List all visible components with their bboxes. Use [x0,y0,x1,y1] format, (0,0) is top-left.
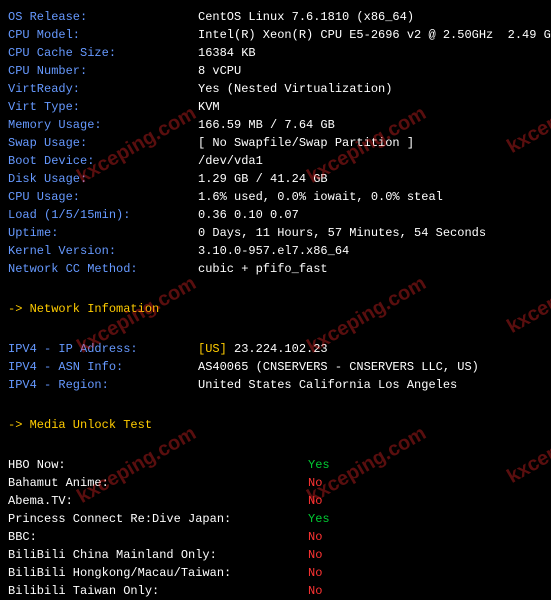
sys-row: CPU Number:8 vCPU [8,62,543,80]
media-label: HBO Now: [8,456,308,474]
media-row: Bahamut Anime:No [8,474,543,492]
sys-row: Memory Usage:166.59 MB / 7.64 GB [8,116,543,134]
net-label: IPV4 - Region: [8,376,198,394]
sys-value: 0.36 0.10 0.07 [198,206,299,224]
sys-row: Boot Device:/dev/vda1 [8,152,543,170]
media-label: Princess Connect Re:Dive Japan: [8,510,308,528]
sys-value: Intel(R) Xeon(R) CPU E5-2696 v2 @ 2.50GH… [198,26,551,44]
media-result: No [308,492,322,510]
media-result: No [308,546,322,564]
sys-label: Disk Usage: [8,170,198,188]
sys-label: Memory Usage: [8,116,198,134]
net-row: IPV4 - Region:United States California L… [8,376,543,394]
media-label: Abema.TV: [8,492,308,510]
system-info-block: OS Release:CentOS Linux 7.6.1810 (x86_64… [8,8,543,278]
sys-label: Network CC Method: [8,260,198,278]
sys-label: CPU Cache Size: [8,44,198,62]
sys-value: KVM [198,98,220,116]
media-result: No [308,528,322,546]
net-value: AS40065 (CNSERVERS - CNSERVERS LLC, US) [198,358,479,376]
sys-value: 1.29 GB / 41.24 GB [198,170,328,188]
network-info-block: IPV4 - IP Address:[US] 23.224.102.23IPV4… [8,340,543,394]
media-label: Bilibili Taiwan Only: [8,582,308,600]
sys-label: Virt Type: [8,98,198,116]
sys-row: Kernel Version:3.10.0-957.el7.x86_64 [8,242,543,260]
sys-row: CPU Model:Intel(R) Xeon(R) CPU E5-2696 v… [8,26,543,44]
sys-row: CPU Cache Size:16384 KB [8,44,543,62]
media-row: HBO Now:Yes [8,456,543,474]
media-label: BiliBili China Mainland Only: [8,546,308,564]
sys-row: OS Release:CentOS Linux 7.6.1810 (x86_64… [8,8,543,26]
sys-label: CPU Usage: [8,188,198,206]
sys-label: Kernel Version: [8,242,198,260]
media-result: No [308,582,322,600]
sys-value: [ No Swapfile/Swap Partition ] [198,134,414,152]
network-section-header: -> Network Infomation [8,300,543,318]
sys-label: Swap Usage: [8,134,198,152]
sys-label: VirtReady: [8,80,198,98]
media-label: BiliBili Hongkong/Macau/Taiwan: [8,564,308,582]
media-row: BiliBili China Mainland Only:No [8,546,543,564]
sys-value: cubic + pfifo_fast [198,260,328,278]
net-row: IPV4 - IP Address:[US] 23.224.102.23 [8,340,543,358]
sys-value: 16384 KB [198,44,256,62]
media-result: Yes [308,510,330,528]
net-row: IPV4 - ASN Info:AS40065 (CNSERVERS - CNS… [8,358,543,376]
sys-value: CentOS Linux 7.6.1810 (x86_64) [198,8,414,26]
sys-value: 8 vCPU [198,62,241,80]
sys-label: OS Release: [8,8,198,26]
media-row: Abema.TV:No [8,492,543,510]
net-label: IPV4 - ASN Info: [8,358,198,376]
sys-row: Swap Usage:[ No Swapfile/Swap Partition … [8,134,543,152]
sys-label: Uptime: [8,224,198,242]
media-row: BiliBili Hongkong/Macau/Taiwan:No [8,564,543,582]
media-row: Princess Connect Re:Dive Japan:Yes [8,510,543,528]
sys-row: VirtReady:Yes (Nested Virtualization) [8,80,543,98]
media-section-header: -> Media Unlock Test [8,416,543,434]
sys-value: 166.59 MB / 7.64 GB [198,116,335,134]
sys-value: 3.10.0-957.el7.x86_64 [198,242,349,260]
sys-value: /dev/vda1 [198,152,263,170]
sys-value: Yes (Nested Virtualization) [198,80,392,98]
net-label: IPV4 - IP Address: [8,340,198,358]
media-result: No [308,564,322,582]
sys-row: Virt Type:KVM [8,98,543,116]
sys-value: 1.6% used, 0.0% iowait, 0.0% steal [198,188,443,206]
sys-row: Uptime:0 Days, 11 Hours, 57 Minutes, 54 … [8,224,543,242]
sys-value: 0 Days, 11 Hours, 57 Minutes, 54 Seconds [198,224,486,242]
media-row: Bilibili Taiwan Only:No [8,582,543,600]
media-result: Yes [308,456,330,474]
sys-row: Disk Usage:1.29 GB / 41.24 GB [8,170,543,188]
media-result: No [308,474,322,492]
media-label: BBC: [8,528,308,546]
sys-label: Boot Device: [8,152,198,170]
sys-row: Network CC Method:cubic + pfifo_fast [8,260,543,278]
net-prefix: [US] [198,340,234,358]
media-row: BBC:No [8,528,543,546]
sys-label: Load (1/5/15min): [8,206,198,224]
sys-row: Load (1/5/15min):0.36 0.10 0.07 [8,206,543,224]
sys-label: CPU Model: [8,26,198,44]
net-value: 23.224.102.23 [234,340,328,358]
media-unlock-block: HBO Now:YesBahamut Anime:NoAbema.TV:NoPr… [8,456,543,600]
sys-row: CPU Usage:1.6% used, 0.0% iowait, 0.0% s… [8,188,543,206]
media-label: Bahamut Anime: [8,474,308,492]
sys-label: CPU Number: [8,62,198,80]
net-value: United States California Los Angeles [198,376,457,394]
